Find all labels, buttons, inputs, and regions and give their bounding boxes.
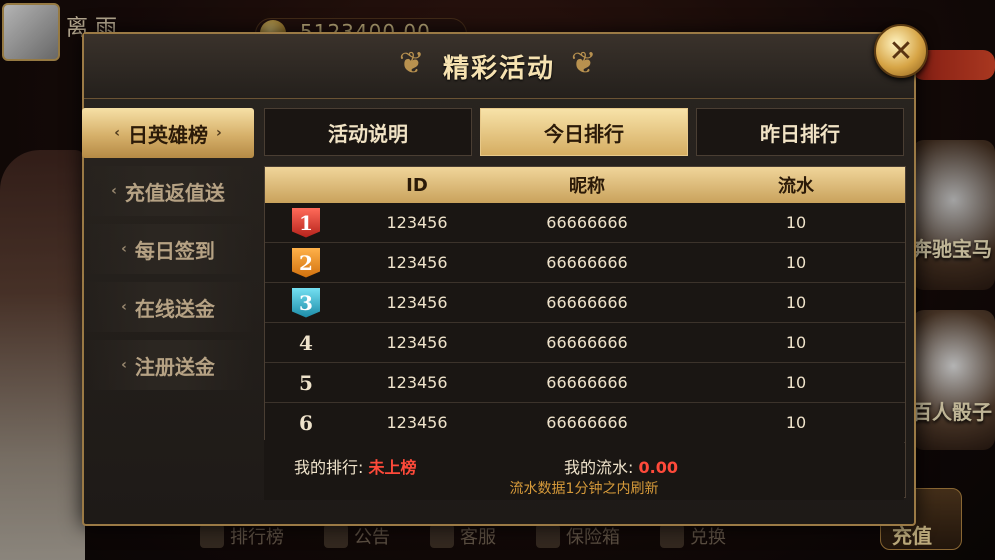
header-nickname: 昵称	[569, 176, 605, 197]
rank-badge-gold-icon: 1	[292, 207, 320, 238]
header-id: ID	[406, 174, 428, 196]
rank-number: 4	[299, 330, 313, 355]
chevron-left-icon: ‹	[111, 183, 117, 199]
tab-activity-info[interactable]: 活动说明	[264, 108, 472, 156]
rank-cell: 4	[265, 331, 347, 355]
table-row: 6 123456 66666666 10	[265, 403, 905, 443]
rank-cell: 5	[265, 371, 347, 395]
rank-badge-bronze-icon: 3	[292, 287, 320, 318]
table-row: 3 123456 66666666 10	[265, 283, 905, 323]
table-row: 5 123456 66666666 10	[265, 363, 905, 403]
tab-today-ranking[interactable]: 今日排行	[480, 108, 688, 156]
sidebar-item-recharge-bonus[interactable]: ‹ 充值返值送	[82, 166, 254, 216]
chevron-left-icon: ‹	[121, 299, 127, 315]
flow-cell: 10	[785, 213, 807, 232]
id-cell: 123456	[386, 293, 448, 312]
table-row: 1 123456 66666666 10	[265, 203, 905, 243]
id-cell: 123456	[386, 373, 448, 392]
nickname-cell: 66666666	[546, 333, 628, 352]
rank-cell: 3	[265, 287, 347, 318]
id-cell: 123456	[386, 333, 448, 352]
id-cell: 123456	[386, 213, 448, 232]
flow-cell: 10	[785, 373, 807, 392]
my-flow-label: 我的流水:	[564, 458, 634, 477]
rank-cell: 1	[265, 207, 347, 238]
my-rank-label: 我的排行:	[294, 458, 364, 477]
sidebar-item-label: 每日签到	[134, 238, 215, 263]
rank-badge-silver-icon: 2	[292, 247, 320, 278]
rank-number: 6	[299, 410, 313, 435]
my-ranking-footer: 我的排行: 未上榜 我的流水: 0.00 流水数据1分钟之内刷新	[264, 440, 904, 500]
chevron-left-icon: ‹	[121, 357, 127, 373]
tab-yesterday-ranking[interactable]: 昨日排行	[696, 108, 904, 156]
nickname-cell: 66666666	[546, 253, 628, 272]
ranking-tabs: 活动说明 今日排行 昨日排行	[264, 108, 904, 156]
flow-cell: 10	[785, 293, 807, 312]
laurel-icon: ❦	[571, 46, 597, 81]
nickname-cell: 66666666	[546, 213, 628, 232]
rank-cell: 6	[265, 411, 347, 435]
close-icon: ✕	[888, 33, 914, 69]
table-row: 2 123456 66666666 10	[265, 243, 905, 283]
nickname-cell: 66666666	[546, 293, 628, 312]
nickname-cell: 66666666	[546, 413, 628, 432]
refresh-note: 流水数据1分钟之内刷新	[509, 481, 659, 497]
chevron-left-icon: ‹	[121, 241, 127, 257]
flow-cell: 10	[785, 253, 807, 272]
id-cell: 123456	[386, 413, 448, 432]
sidebar-item-label: 在线送金	[134, 296, 215, 321]
sidebar-item-label: 日英雄榜	[128, 122, 208, 147]
rank-cell: 2	[265, 247, 347, 278]
header-flow: 流水	[778, 176, 814, 197]
nickname-cell: 66666666	[546, 373, 628, 392]
rank-number: 5	[299, 370, 313, 395]
modal-title: 精彩活动	[442, 54, 555, 84]
sidebar-item-label: 充值返值送	[124, 180, 225, 205]
sidebar-item-label: 注册送金	[134, 354, 215, 379]
activity-content: 活动说明 今日排行 昨日排行 ID 昵称 流水 1 123456 6666666…	[264, 108, 906, 503]
flow-cell: 10	[785, 333, 807, 352]
chevron-right-icon: ›	[216, 125, 222, 141]
id-cell: 123456	[386, 253, 448, 272]
my-flow-line: 我的流水: 0.00	[564, 454, 678, 478]
my-rank-value: 未上榜	[368, 458, 417, 477]
flow-cell: 10	[785, 413, 807, 432]
activity-sidebar: ‹ 日英雄榜 › ‹ 充值返值送 ‹ 每日签到 ‹ 在线送金 ‹ 注册送金	[82, 108, 254, 398]
modal-header: ❦ 精彩活动 ❦	[84, 34, 914, 99]
table-header: ID 昵称 流水	[265, 167, 905, 203]
chevron-left-icon: ‹	[114, 125, 120, 141]
sidebar-item-online-bonus[interactable]: ‹ 在线送金	[82, 282, 254, 332]
sidebar-item-hero-ranking[interactable]: ‹ 日英雄榜 ›	[82, 108, 254, 158]
close-button[interactable]: ✕	[874, 24, 928, 78]
sidebar-item-daily-checkin[interactable]: ‹ 每日签到	[82, 224, 254, 274]
my-flow-value: 0.00	[638, 458, 678, 477]
my-rank-line: 我的排行: 未上榜	[294, 454, 417, 478]
table-row: 4 123456 66666666 10	[265, 323, 905, 363]
sidebar-item-register-bonus[interactable]: ‹ 注册送金	[82, 340, 254, 390]
